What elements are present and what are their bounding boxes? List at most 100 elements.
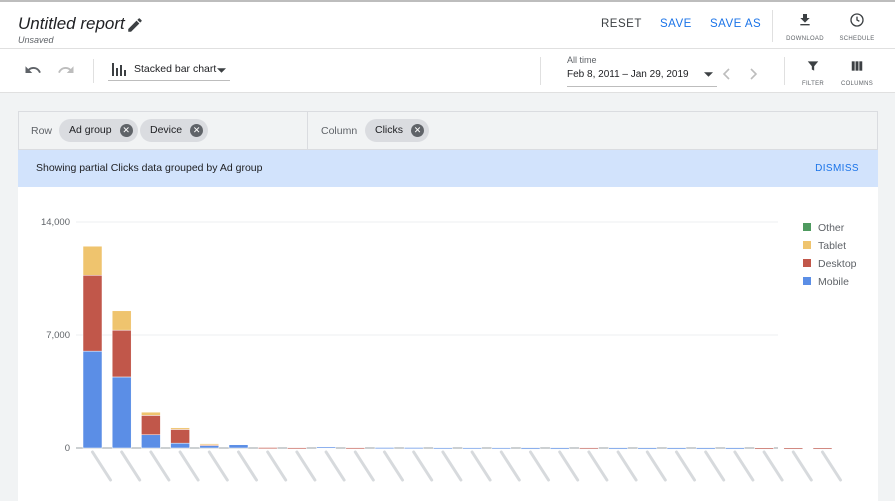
x-tick-label	[324, 450, 346, 482]
bar-segment-tablet[interactable]	[82, 245, 103, 276]
bar-segment-mobile[interactable]	[433, 447, 453, 450]
x-tick-label	[529, 450, 550, 482]
bar-segment-desktop[interactable]	[345, 447, 366, 450]
legend-item-tablet[interactable]: Tablet	[803, 240, 846, 252]
chart-card: 14,000 7,000 0 Other Tablet Desktop Mobile	[18, 187, 878, 501]
schedule-button[interactable]: SCHEDULE	[836, 12, 878, 42]
bar-segment-mobile[interactable]	[520, 447, 541, 450]
remove-chip-icon[interactable]: ✕	[411, 124, 424, 137]
filter-label: FILTER	[801, 81, 825, 87]
x-tick-label	[645, 450, 667, 482]
toolbar-divider-2	[540, 57, 541, 85]
bar-segment-mobile[interactable]	[549, 447, 570, 450]
remove-chip-icon[interactable]: ✕	[190, 124, 204, 137]
chevron-left-icon[interactable]	[722, 68, 730, 80]
bar-segment-mobile[interactable]	[170, 442, 190, 449]
undo-icon[interactable]	[24, 63, 42, 77]
bar-segment-mobile[interactable]	[491, 447, 512, 450]
x-tick-label	[149, 450, 171, 482]
bar-segment-desktop[interactable]	[287, 447, 307, 450]
bar-segment-mobile[interactable]	[637, 447, 658, 450]
columns-icon	[851, 61, 863, 71]
download-button[interactable]: DOWNLOAD	[784, 12, 826, 42]
pencil-icon[interactable]	[126, 16, 144, 34]
date-range-select[interactable]: Feb 8, 2011 – Jan 29, 2019	[567, 69, 689, 80]
date-dropdown-icon[interactable]	[704, 72, 713, 77]
bar-segment-mobile[interactable]	[695, 447, 716, 450]
x-tick-label	[558, 450, 580, 482]
segment-bar: Row Ad group ✕ Device ✕ Column Clicks ✕	[18, 111, 878, 150]
chevron-right-icon[interactable]	[750, 68, 758, 80]
remove-chip-icon[interactable]: ✕	[119, 124, 133, 137]
column-chip-clicks[interactable]: Clicks ✕	[365, 119, 429, 142]
date-range-caption: All time	[567, 55, 597, 65]
bar-segment-tablet[interactable]	[170, 427, 190, 430]
bar-segment-mobile[interactable]	[608, 447, 628, 450]
bar-segment-mobile[interactable]	[199, 445, 220, 449]
clock-icon	[850, 13, 864, 27]
chart-type-select[interactable]: Stacked bar chart	[134, 63, 216, 75]
y-tick-label: 14,000	[41, 217, 70, 228]
save-as-button[interactable]: SAVE AS	[710, 18, 761, 30]
bar-segment-tablet[interactable]	[111, 310, 132, 331]
legend-item-mobile[interactable]: Mobile	[803, 276, 849, 288]
bar-segment-desktop[interactable]	[257, 447, 278, 449]
bar-segment-mobile[interactable]	[111, 376, 132, 449]
reset-button[interactable]: RESET	[601, 18, 642, 30]
redo-icon[interactable]	[57, 63, 75, 77]
bar-segment-desktop[interactable]	[111, 329, 132, 378]
legend-swatch	[803, 241, 811, 249]
bar-segment-mobile[interactable]	[403, 447, 424, 449]
bar-segment-mobile[interactable]	[462, 447, 482, 450]
legend-item-desktop[interactable]: Desktop	[803, 258, 857, 270]
bar-segment-mobile[interactable]	[374, 447, 395, 449]
bar-segment-desktop[interactable]	[812, 447, 833, 450]
bar-segment-desktop[interactable]	[82, 275, 103, 352]
x-tick-label	[91, 450, 112, 482]
row-chip-label: Ad group	[69, 124, 112, 136]
bar-segment-tablet[interactable]	[199, 443, 220, 446]
columns-button[interactable]: COLUMNS	[838, 59, 876, 87]
row-chip-device[interactable]: Device ✕	[140, 119, 209, 142]
row-label: Row	[31, 125, 53, 137]
x-tick-label	[470, 450, 492, 482]
legend-item-other[interactable]: Other	[803, 222, 844, 234]
download-icon	[800, 14, 810, 26]
bar-segment-mobile[interactable]	[228, 444, 249, 449]
toolbar-divider-3	[784, 57, 785, 85]
legend-label: Tablet	[818, 240, 847, 252]
column-label: Column	[321, 125, 358, 137]
x-tick-label	[704, 450, 726, 482]
bar-segment-mobile[interactable]	[141, 434, 161, 449]
row-chip-label: Device	[150, 124, 183, 136]
chevron-down-icon[interactable]	[217, 68, 226, 73]
bar-segment-mobile[interactable]	[666, 447, 687, 450]
bar-segment-desktop[interactable]	[754, 447, 774, 450]
x-tick-label	[675, 450, 696, 482]
header-divider	[772, 10, 773, 42]
chart-type-underline	[108, 80, 230, 81]
bar-segment-mobile[interactable]	[82, 350, 103, 449]
bar-segment-mobile[interactable]	[725, 447, 745, 450]
filter-button[interactable]: FILTER	[796, 59, 830, 87]
x-tick-label	[821, 450, 842, 482]
row-chip-ad-group[interactable]: Ad group ✕	[59, 119, 138, 142]
y-tick-label: 0	[65, 443, 70, 454]
legend-label: Mobile	[818, 276, 849, 288]
bar-segment-desktop[interactable]	[141, 415, 161, 436]
x-tick-label	[412, 450, 434, 482]
legend-swatch	[803, 223, 811, 231]
report-title[interactable]: Untitled report	[18, 14, 125, 34]
download-label: DOWNLOAD	[786, 36, 824, 42]
report-header: Untitled report Unsaved RESET SAVE SAVE …	[0, 0, 895, 49]
dismiss-button[interactable]: DISMISS	[815, 163, 859, 174]
bar-segment-mobile[interactable]	[316, 446, 336, 449]
bar-segment-desktop[interactable]	[579, 447, 599, 450]
banner-text: Showing partial Clicks data grouped by A…	[36, 162, 263, 174]
save-button[interactable]: SAVE	[660, 18, 692, 30]
bar-segment-desktop[interactable]	[783, 447, 804, 450]
x-tick-label	[499, 450, 521, 482]
bar-segment-desktop[interactable]	[170, 429, 190, 444]
bar-segment-tablet[interactable]	[141, 411, 161, 416]
x-tick-label	[762, 450, 784, 482]
